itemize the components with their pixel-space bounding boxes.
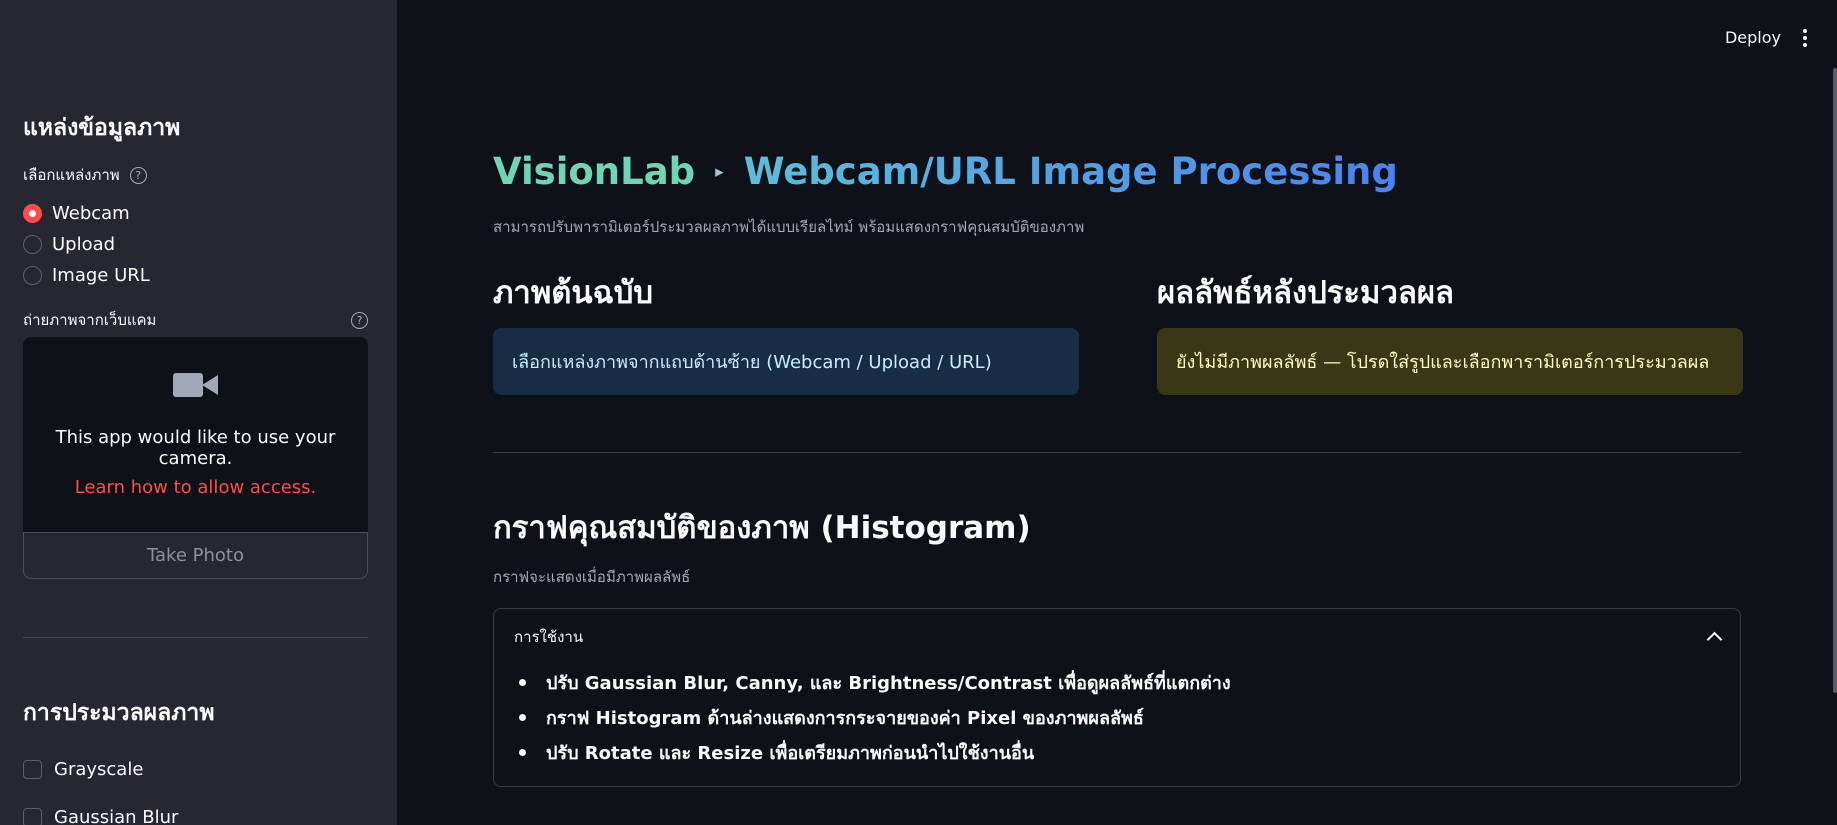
radio-indicator[interactable] (23, 235, 42, 254)
sidebar-divider (23, 637, 368, 638)
main-content: Deploy VisionLab ▸ Webcam/URL Image Proc… (397, 0, 1837, 825)
source-label: เลือกแหล่งภาพ (23, 166, 120, 184)
checkbox-grayscale[interactable]: Grayscale (23, 745, 178, 793)
expander-header[interactable]: การใช้งาน (494, 609, 1740, 665)
title-brand: VisionLab (493, 150, 696, 193)
radio-image-url[interactable]: Image URL (23, 260, 150, 291)
section-divider (493, 452, 1741, 453)
camera-label: ถ่ายภาพจากเว็บแคม (23, 311, 157, 329)
result-warning-alert: ยังไม่มีภาพผลลัพธ์ — โปรดใส่รูปและเลือกพ… (1157, 328, 1743, 395)
image-processing-heading: การประมวลผลภาพ (23, 700, 215, 726)
image-source-heading: แหล่งข้อมูลภาพ (23, 115, 181, 141)
radio-label: Webcam (52, 203, 130, 224)
camera-label-row: ถ่ายภาพจากเว็บแคม ? (23, 308, 368, 332)
radio-upload[interactable]: Upload (23, 229, 150, 260)
sidebar: แหล่งข้อมูลภาพ เลือกแหล่งภาพ ? Webcam Up… (0, 0, 397, 825)
checkbox-label: Gaussian Blur (54, 806, 179, 825)
radio-selected-indicator[interactable] (23, 204, 42, 223)
top-toolbar: Deploy (1725, 28, 1807, 47)
histogram-heading: กราฟคุณสมบัติของภาพ (Histogram) (493, 510, 1031, 546)
deploy-button[interactable]: Deploy (1725, 28, 1781, 47)
list-item: กราฟ Histogram ด้านล่างแสดงการกระจายของค… (519, 700, 1740, 735)
usage-list: ปรับ Gaussian Blur, Canny, และ Brightnes… (494, 665, 1740, 770)
help-icon[interactable]: ? (351, 311, 368, 329)
more-menu-icon[interactable] (1803, 28, 1807, 47)
page-subtitle: สามารถปรับพารามิเตอร์ประมวลผลภาพได้แบบเร… (493, 218, 1085, 236)
source-label-row: เลือกแหล่งภาพ ? (23, 163, 147, 187)
radio-label: Upload (52, 234, 116, 255)
checkbox-box[interactable] (23, 759, 42, 779)
usage-expander: การใช้งาน ปรับ Gaussian Blur, Canny, และ… (493, 608, 1741, 787)
checkbox-box[interactable] (23, 807, 42, 825)
radio-label: Image URL (52, 265, 150, 286)
source-radio-group: Webcam Upload Image URL (23, 198, 150, 291)
original-image-heading: ภาพต้นฉบับ (493, 275, 654, 311)
radio-indicator[interactable] (23, 266, 42, 285)
camera-input-panel: This app would like to use your camera. … (23, 337, 368, 532)
result-heading: ผลลัพธ์หลังประมวลผล (1157, 275, 1455, 311)
original-info-alert: เลือกแหล่งภาพจากแถบด้านซ้าย (Webcam / Up… (493, 328, 1079, 395)
radio-webcam[interactable]: Webcam (23, 198, 150, 229)
checkbox-label: Grayscale (54, 758, 144, 780)
page-title: VisionLab ▸ Webcam/URL Image Processing (493, 150, 1398, 193)
expander-label: การใช้งาน (514, 628, 584, 646)
list-item: ปรับ Gaussian Blur, Canny, และ Brightnes… (519, 665, 1740, 700)
app-root: แหล่งข้อมูลภาพ เลือกแหล่งภาพ ? Webcam Up… (0, 0, 1837, 825)
title-page-name: Webcam/URL Image Processing (743, 150, 1398, 193)
histogram-caption: กราฟจะแสดงเมื่อมีภาพผลลัพธ์ (493, 568, 691, 586)
processing-options: Grayscale Gaussian Blur (23, 745, 178, 825)
title-arrow-icon: ▸ (715, 161, 724, 182)
list-item: ปรับ Rotate และ Resize เพื่อเตรียมภาพก่อ… (519, 735, 1740, 770)
allow-access-link[interactable]: Learn how to allow access. (23, 477, 368, 498)
checkbox-gaussian-blur[interactable]: Gaussian Blur (23, 793, 178, 825)
take-photo-button[interactable]: Take Photo (23, 532, 368, 579)
camera-permission-message: This app would like to use your camera. (55, 427, 336, 469)
main-scrollbar[interactable] (1833, 68, 1837, 693)
help-icon[interactable]: ? (129, 166, 147, 184)
chevron-up-icon[interactable] (1706, 631, 1723, 648)
video-camera-icon (172, 371, 219, 399)
